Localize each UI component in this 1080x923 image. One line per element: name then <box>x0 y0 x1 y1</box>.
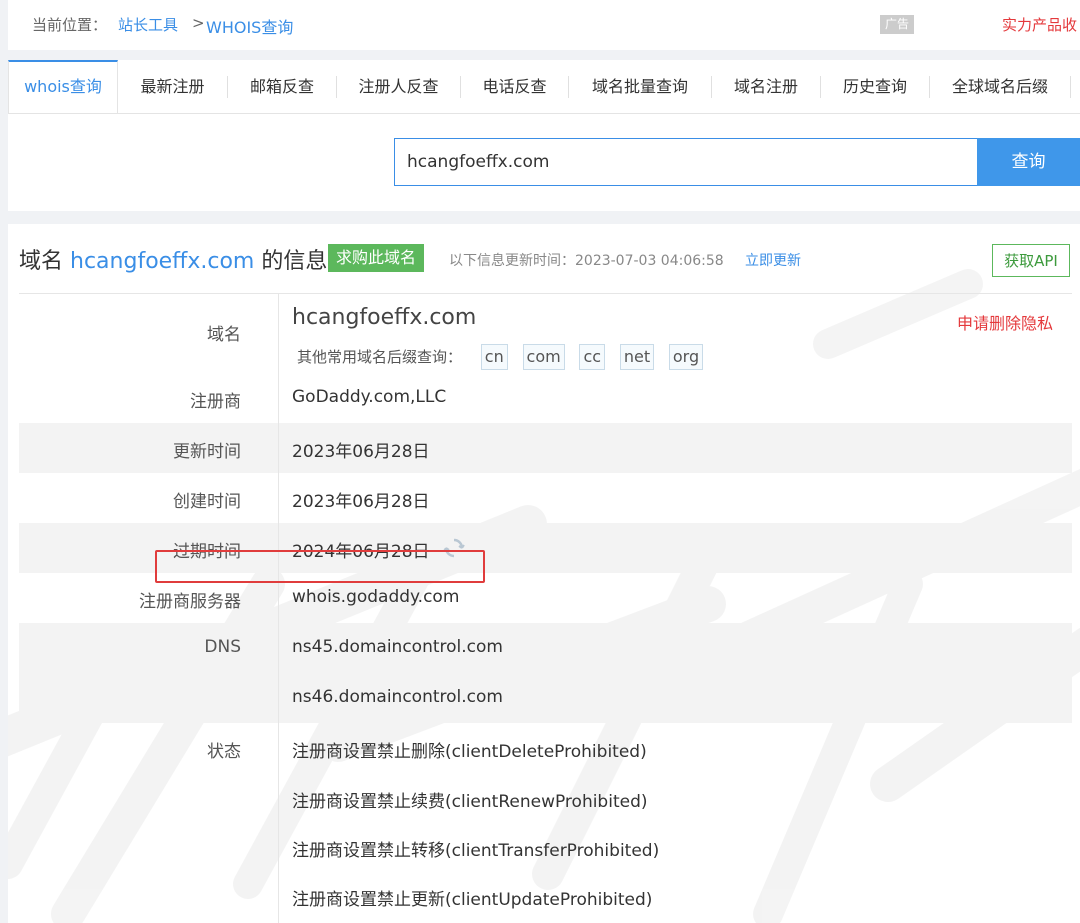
suffix-link-cn[interactable]: cn <box>480 344 508 370</box>
status-item-4: 注册商设置禁止更新(clientUpdateProhibited) <box>292 890 653 910</box>
table-row-updated: 更新时间 2023年06月28日 <box>19 423 1072 473</box>
suffix-link-cc[interactable]: cc <box>579 344 606 370</box>
tab-latest-registrations[interactable]: 最新注册 <box>118 60 227 113</box>
whois-info-panel: 域名 hcangfoeffx.com 的信息 求购此域名 以下信息更新时间：20… <box>8 224 1080 923</box>
update-time-label: 以下信息更新时间：2023-07-03 04:06:58 <box>449 253 724 269</box>
row-label-updated: 更新时间 <box>173 442 241 462</box>
tab-history[interactable]: 历史查询 <box>821 60 929 113</box>
row-label-status: 状态 <box>207 742 241 762</box>
domain-search-input[interactable] <box>394 138 977 186</box>
info-title-prefix: 域名 <box>19 249 64 274</box>
ad-link[interactable]: 实力产品收 <box>1002 14 1077 35</box>
row-label-registrar: 注册商 <box>190 392 241 412</box>
whois-server-value: whois.godaddy.com <box>292 587 460 607</box>
dns-server-1: ns45.domaincontrol.com <box>292 637 503 657</box>
suffix-link-com[interactable]: com <box>522 344 565 370</box>
status-item-3: 注册商设置禁止转移(clientTransferProhibited) <box>292 841 660 861</box>
tab-whois[interactable]: whois查询 <box>8 60 118 113</box>
suffix-link-org[interactable]: org <box>668 344 704 370</box>
status-item-1: 注册商设置禁止删除(clientDeleteProhibited) <box>292 742 647 762</box>
created-value: 2023年06月28日 <box>292 492 430 512</box>
buy-domain-badge[interactable]: 求购此域名 <box>328 244 425 272</box>
tab-domain-register[interactable]: 域名注册 <box>712 60 820 113</box>
search-panel: whois查询 最新注册 邮箱反查 注册人反查 电话反查 域名批量查询 域名注册… <box>8 60 1080 211</box>
domain-value: hcangfoeffx.com <box>292 305 477 330</box>
table-row-created: 创建时间 2023年06月28日 <box>19 473 1072 523</box>
table-row-status: 状态 注册商设置禁止删除(clientDeleteProhibited) 注册商… <box>19 723 1072 923</box>
search-button[interactable]: 查询 <box>977 138 1080 186</box>
registrar-value: GoDaddy.com,LLC <box>292 387 447 407</box>
suffix-query-label: 其他常用域名后缀查询： <box>297 348 463 366</box>
breadcrumb-label: 当前位置： <box>32 16 108 34</box>
update-now-link[interactable]: 立即更新 <box>745 250 801 270</box>
top-bar: 当前位置： 站长工具 > WHOIS查询 广告 实力产品收 <box>8 0 1080 50</box>
tab-registrant-reverse[interactable]: 注册人反查 <box>337 60 460 113</box>
ad-tag: 广告 <box>880 15 914 34</box>
info-title: 域名 hcangfoeffx.com 的信息 <box>19 243 327 275</box>
suffix-link-net[interactable]: net <box>619 344 655 370</box>
tab-divider <box>1070 76 1071 98</box>
tab-bulk-query[interactable]: 域名批量查询 <box>569 60 711 113</box>
status-item-2: 注册商设置禁止续费(clientRenewProhibited) <box>292 792 648 812</box>
table-row-domain: 域名 hcangfoeffx.com 申请删除隐私 其他常用域名后缀查询： cn… <box>19 294 1072 373</box>
get-api-button[interactable]: 获取API <box>992 244 1070 277</box>
table-row-registrar: 注册商 GoDaddy.com,LLC <box>19 373 1072 423</box>
breadcrumb-separator: > <box>192 14 205 32</box>
row-label-domain: 域名 <box>207 325 241 345</box>
info-title-domain[interactable]: hcangfoeffx.com <box>70 249 254 274</box>
info-title-suffix: 的信息 <box>261 249 328 274</box>
breadcrumb-link-tools[interactable]: 站长工具 <box>118 14 178 35</box>
table-row-dns: DNS ns45.domaincontrol.com ns46.domainco… <box>19 623 1072 723</box>
breadcrumb-link-whois[interactable]: WHOIS查询 <box>206 14 293 38</box>
tab-phone-reverse[interactable]: 电话反查 <box>461 60 568 113</box>
delete-privacy-link[interactable]: 申请删除隐私 <box>957 310 1053 334</box>
dns-server-2: ns46.domaincontrol.com <box>292 687 503 707</box>
created-time-highlight <box>155 550 485 583</box>
tab-bar: whois查询 最新注册 邮箱反查 注册人反查 电话反查 域名批量查询 域名注册… <box>8 60 1080 114</box>
row-label-whois-server: 注册商服务器 <box>139 592 241 612</box>
column-divider <box>278 294 279 923</box>
tab-global-suffix[interactable]: 全球域名后缀 <box>930 60 1070 113</box>
row-label-dns: DNS <box>204 637 241 657</box>
row-label-created: 创建时间 <box>173 492 241 512</box>
suffix-query-row: 其他常用域名后缀查询： cn com cc net org <box>297 344 713 370</box>
updated-value: 2023年06月28日 <box>292 442 430 462</box>
tab-email-reverse[interactable]: 邮箱反查 <box>228 60 336 113</box>
